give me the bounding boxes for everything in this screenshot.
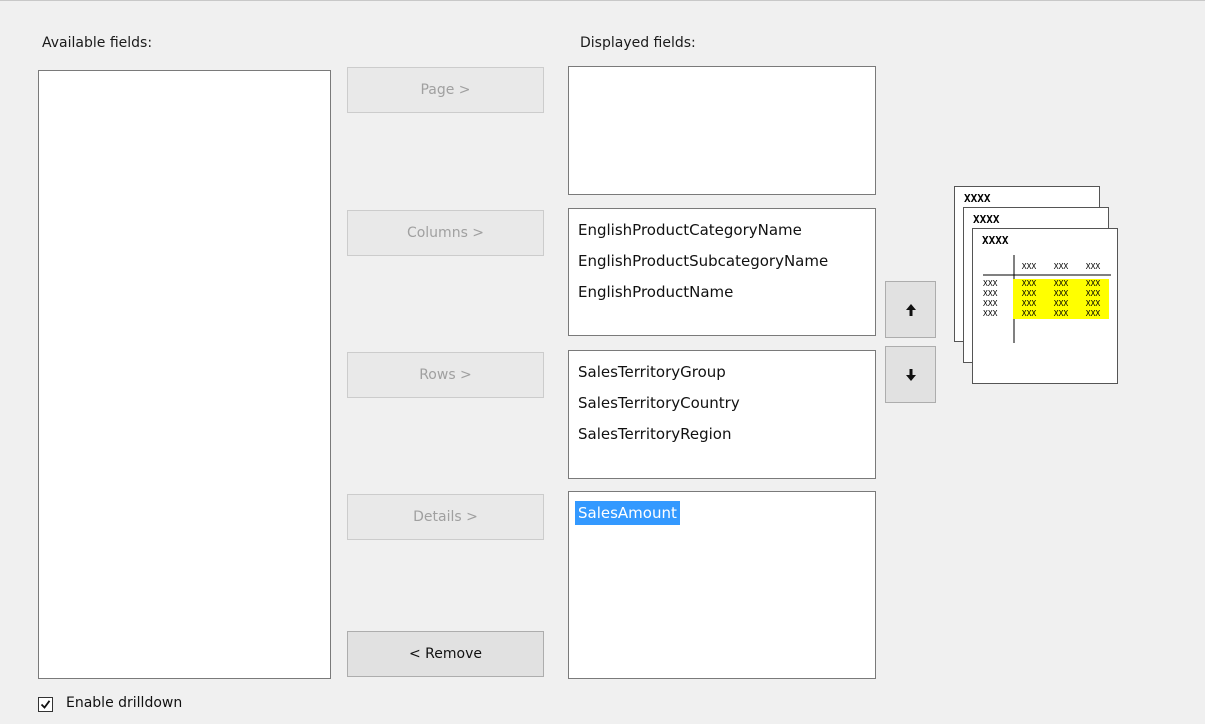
- page-fields-list[interactable]: [568, 66, 876, 195]
- checkmark-icon: [40, 700, 51, 709]
- preview-sheet-front: XXXX XXX XXX XXX XXX XXX XXX XXX XXX XXX: [972, 228, 1118, 384]
- available-fields-list[interactable]: [38, 70, 331, 679]
- preview-title: XXXX: [973, 213, 1000, 226]
- rows-button[interactable]: Rows >: [347, 352, 544, 398]
- enable-drilldown-checkbox[interactable]: [38, 697, 53, 712]
- column-fields-list[interactable]: EnglishProductCategoryName EnglishProduc…: [568, 208, 876, 336]
- list-item[interactable]: EnglishProductCategoryName: [578, 215, 866, 246]
- preview-title: XXXX: [964, 192, 991, 205]
- list-item[interactable]: EnglishProductName: [578, 277, 866, 308]
- columns-button[interactable]: Columns >: [347, 210, 544, 256]
- row-fields-list[interactable]: SalesTerritoryGroup SalesTerritoryCountr…: [568, 350, 876, 479]
- list-item[interactable]: SalesTerritoryCountry: [578, 388, 866, 419]
- list-item-selected[interactable]: SalesAmount: [575, 498, 866, 529]
- list-item[interactable]: SalesTerritoryGroup: [578, 357, 866, 388]
- details-button[interactable]: Details >: [347, 494, 544, 540]
- displayed-fields-label: Displayed fields:: [580, 35, 696, 51]
- page-button[interactable]: Page >: [347, 67, 544, 113]
- preview-table-body: XXX XXX XXX XXX XXX XXX XXX XXX XXX XXX …: [983, 279, 1109, 319]
- arrow-up-icon: [905, 303, 916, 316]
- move-up-button[interactable]: [885, 281, 936, 338]
- remove-button[interactable]: < Remove: [347, 631, 544, 677]
- enable-drilldown-label[interactable]: Enable drilldown: [66, 695, 182, 711]
- list-item[interactable]: SalesTerritoryRegion: [578, 419, 866, 450]
- list-item[interactable]: EnglishProductSubcategoryName: [578, 246, 866, 277]
- available-fields-label: Available fields:: [42, 35, 153, 51]
- preview-table: XXX XXX XXX: [1021, 262, 1101, 271]
- arrow-down-icon: [905, 368, 916, 381]
- move-down-button[interactable]: [885, 346, 936, 403]
- top-divider: [0, 0, 1205, 1]
- detail-fields-list[interactable]: SalesAmount: [568, 491, 876, 679]
